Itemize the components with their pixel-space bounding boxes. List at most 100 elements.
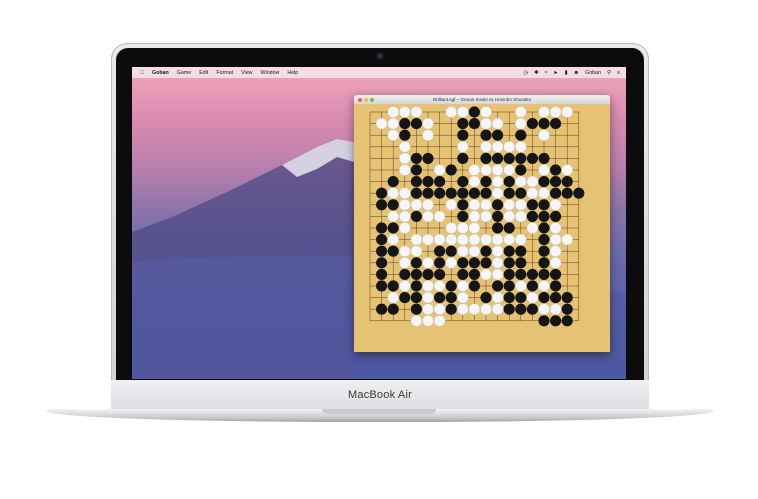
menu-item-help[interactable]: Help <box>287 70 298 76</box>
list-icon[interactable]: ≡ <box>617 70 620 76</box>
white-stone <box>399 245 411 257</box>
webcam <box>377 53 383 59</box>
white-stone <box>549 106 562 118</box>
white-stone <box>387 210 399 223</box>
black-stone <box>410 257 422 269</box>
white-stone <box>433 233 446 246</box>
white-stone <box>515 175 527 188</box>
black-stone <box>550 164 562 176</box>
window-title: Brilliant.sgf – Genan Inseki vs Honinbo … <box>432 97 532 102</box>
white-stone <box>422 129 434 141</box>
white-stone <box>399 222 411 234</box>
white-stone <box>538 303 550 315</box>
white-stone <box>410 315 423 327</box>
black-stone <box>434 257 446 269</box>
black-stone <box>515 152 527 164</box>
battery-icon[interactable]: ▮ <box>565 70 568 76</box>
minimize-button[interactable] <box>364 97 368 102</box>
close-button[interactable] <box>358 97 362 102</box>
goban-window: Brilliant.sgf – Genan Inseki vs Honinbo … <box>354 95 610 352</box>
black-stone <box>410 280 422 292</box>
window-titlebar[interactable]: Brilliant.sgf – Genan Inseki vs Honinbo … <box>354 95 610 104</box>
black-stone <box>503 222 515 234</box>
black-stone <box>376 245 388 257</box>
black-stone <box>410 292 422 304</box>
black-stone <box>492 222 504 234</box>
black-stone <box>457 199 469 211</box>
white-stone <box>422 199 434 211</box>
white-stone <box>491 303 504 315</box>
black-stone <box>503 268 515 280</box>
search-icon[interactable]: ⚲ <box>607 70 611 76</box>
black-stone <box>468 118 480 130</box>
black-stone <box>538 210 550 222</box>
white-stone <box>491 141 504 153</box>
black-stone <box>422 187 434 199</box>
black-stone <box>538 199 550 211</box>
white-stone <box>561 106 573 118</box>
white-stone <box>515 141 527 153</box>
black-stone <box>492 129 504 141</box>
black-stone <box>550 315 562 327</box>
black-stone <box>376 280 388 292</box>
black-stone <box>468 280 480 292</box>
go-board[interactable] <box>354 104 610 352</box>
wifi-icon[interactable]: ≈ <box>544 70 547 76</box>
black-stone <box>515 257 527 269</box>
user-icon[interactable]: ☻ <box>574 70 580 76</box>
white-stone <box>515 106 527 118</box>
black-stone <box>376 234 388 246</box>
clock-icon[interactable]: ◷ <box>523 70 528 76</box>
white-stone <box>526 222 539 234</box>
menu-item-goban[interactable]: Goban <box>152 70 169 76</box>
white-stone <box>422 210 434 223</box>
white-stone <box>549 199 562 211</box>
white-stone <box>433 303 446 315</box>
black-stone <box>480 129 492 141</box>
white-stone <box>491 187 504 199</box>
white-stone <box>515 233 527 246</box>
white-stone <box>503 141 515 153</box>
black-stone <box>457 268 469 280</box>
lid-notch <box>322 409 436 414</box>
white-stone <box>538 164 550 176</box>
black-stone <box>492 210 504 222</box>
menu-app-label[interactable]: Goban <box>585 70 601 76</box>
white-stone <box>491 233 504 246</box>
black-stone <box>457 118 469 130</box>
white-stone <box>526 187 539 199</box>
black-stone <box>503 152 515 164</box>
black-stone <box>561 292 573 304</box>
white-stone <box>491 117 504 130</box>
white-stone <box>422 257 434 269</box>
white-stone <box>515 280 527 292</box>
black-stone <box>399 129 411 141</box>
volume-icon[interactable]: ► <box>553 70 558 76</box>
bluetooth-icon[interactable]: ✱ <box>534 70 538 76</box>
white-stone <box>399 257 411 269</box>
white-stone <box>549 233 562 246</box>
white-stone <box>468 303 481 315</box>
white-stone <box>491 291 504 304</box>
white-stone <box>410 245 423 257</box>
black-stone <box>515 268 527 280</box>
white-stone <box>399 210 411 223</box>
white-stone <box>480 164 492 176</box>
menu-item-format[interactable]: Format <box>216 70 233 76</box>
white-stone <box>538 187 550 199</box>
menu-item-window[interactable]: Window <box>261 70 280 76</box>
white-stone <box>480 233 492 246</box>
black-stone <box>445 303 457 315</box>
white-stone <box>445 106 457 118</box>
black-stone <box>538 176 550 188</box>
black-stone <box>468 106 480 118</box>
menu-item-view[interactable]: View <box>241 70 252 76</box>
menu-item-edit[interactable]: Edit <box>199 70 208 76</box>
white-stone <box>491 164 504 176</box>
black-stone <box>503 187 515 199</box>
zoom-button[interactable] <box>370 97 374 102</box>
black-stone <box>387 280 399 292</box>
black-stone <box>410 176 422 188</box>
apple-icon[interactable]:  <box>140 70 144 76</box>
menu-item-game[interactable]: Game <box>177 70 191 76</box>
